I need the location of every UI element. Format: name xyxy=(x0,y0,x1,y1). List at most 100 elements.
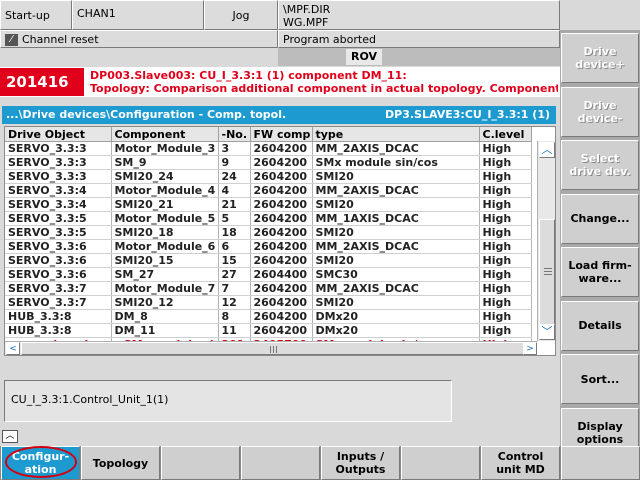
softkey-h3-button[interactable] xyxy=(161,446,240,480)
cell-c-level: High xyxy=(479,281,532,296)
hscroll-thumb[interactable] xyxy=(21,342,525,355)
cell-type: MM_2AXIS_DCAC xyxy=(312,281,480,296)
cell-c-level: High xyxy=(479,197,532,212)
cell-drive-object: SERVO_3.3:3 xyxy=(5,169,112,184)
panel-title: ...\Drive devices\Configuration - Comp. … xyxy=(6,108,287,121)
cell-component: SM_27 xyxy=(111,267,219,282)
col-drive-object[interactable]: Drive Object xyxy=(5,127,112,142)
cell-type: MM_2AXIS_DCAC xyxy=(312,141,480,156)
recall-up-icon[interactable]: ︿ xyxy=(2,430,18,443)
horizontal-scrollbar[interactable]: < > xyxy=(5,341,537,355)
drive-device-minus-button[interactable]: Drive device- xyxy=(561,86,639,137)
topology-table: Drive Object Component -No. FW comp type… xyxy=(5,127,532,352)
cell-c-level: High xyxy=(479,323,532,338)
col-c-level[interactable]: C.level xyxy=(479,127,532,142)
cell-type: MM_1AXIS_DCAC xyxy=(312,211,480,226)
configuration-button[interactable]: Configur- ation xyxy=(1,446,80,480)
table-row[interactable]: SERVO_3.3:3 Motor_Module_3 3 2604200 MM_2AXI… xyxy=(5,141,532,156)
table-row[interactable]: SERVO_3.3:5 SMI20_18 18 2604200 SMI20 High xyxy=(5,225,532,240)
cell-c-level: High xyxy=(479,169,532,184)
cell-number: 11 xyxy=(218,323,251,338)
cell-number: 4 xyxy=(218,183,251,198)
vertical-softkey-bar: Drive device+ Drive device- Select drive d… xyxy=(560,0,640,458)
path-dir: \MPF.DIR xyxy=(283,3,331,16)
cell-drive-object: SERVO_3.3:3 xyxy=(5,141,112,156)
scroll-thumb[interactable] xyxy=(539,219,555,325)
sort-button[interactable]: Sort... xyxy=(561,354,639,404)
col-number[interactable]: -No. xyxy=(218,127,251,142)
table-row[interactable]: SERVO_3.3:5 Motor_Module_5 5 2604200 MM_1AXI… xyxy=(5,211,532,226)
cell-fw-comp: 2604200 xyxy=(250,197,313,212)
table-row[interactable]: HUB_3.3:8 DM_11 11 2604200 DMx20 High xyxy=(5,323,532,338)
softkey-h4-button[interactable] xyxy=(241,446,320,480)
cell-fw-comp: 2604200 xyxy=(250,323,313,338)
alarm-line[interactable]: 201416 DP003.Slave003: CU_I_3.3:1 (1) co… xyxy=(0,67,560,97)
col-type[interactable]: type xyxy=(312,127,480,142)
table-row[interactable]: SERVO_3.3:7 SMI20_12 12 2604200 SMI20 High xyxy=(5,295,532,310)
cell-fw-comp: 2604200 xyxy=(250,239,313,254)
details-button[interactable]: Details xyxy=(561,300,639,351)
cell-type: SMI20 xyxy=(312,295,480,310)
table-row[interactable]: SERVO_3.3:6 SMI20_15 15 2604200 SMI20 High xyxy=(5,253,532,268)
table-row[interactable]: SERVO_3.3:4 SMI20_21 21 2604200 SMI20 High xyxy=(5,197,532,212)
cell-component: DM_8 xyxy=(111,309,219,324)
area-label: Start-up xyxy=(0,0,72,30)
topology-table-container: Drive Object Component -No. FW comp type… xyxy=(4,126,556,356)
select-drive-dev-button[interactable]: Select drive dev. xyxy=(561,140,639,190)
table-row[interactable]: SERVO_3.3:6 Motor_Module_6 6 2604200 MM_2AXI… xyxy=(5,239,532,254)
cell-number: 24 xyxy=(218,169,251,184)
cell-c-level: High xyxy=(479,211,532,226)
alarm-text-line1: DP003.Slave003: CU_I_3.3:1 (1) component… xyxy=(90,69,407,82)
table-row[interactable]: SERVO_3.3:6 SM_27 27 2604400 SMC30 High xyxy=(5,267,532,282)
cell-number: 15 xyxy=(218,253,251,268)
col-component[interactable]: Component xyxy=(111,127,219,142)
cell-fw-comp: 2604400 xyxy=(250,267,313,282)
cell-component: SMI20_12 xyxy=(111,295,219,310)
softkey-h6-button[interactable] xyxy=(401,446,480,480)
cell-c-level: High xyxy=(479,141,532,156)
scroll-left-icon[interactable]: < xyxy=(6,342,20,355)
cell-number: 6 xyxy=(218,239,251,254)
cell-fw-comp: 2604200 xyxy=(250,309,313,324)
softkey-h8-button[interactable] xyxy=(561,446,640,480)
rov-indicator: ROV xyxy=(346,49,382,65)
cell-c-level: High xyxy=(479,239,532,254)
program-path: \MPF.DIR WG.MPF xyxy=(278,0,560,30)
cell-fw-comp: 2604200 xyxy=(250,183,313,198)
scroll-right-icon[interactable]: > xyxy=(523,342,537,355)
col-fw-comp[interactable]: FW comp xyxy=(250,127,313,142)
vertical-scrollbar[interactable]: ︿ ﹀ xyxy=(537,141,555,341)
topology-button[interactable]: Topology xyxy=(81,446,160,480)
program-status: Program aborted xyxy=(278,30,560,48)
channel-reset-icon: ⁄ xyxy=(5,34,18,46)
cell-drive-object: SERVO_3.3:5 xyxy=(5,211,112,226)
alarm-text-line2: Topology: Comparison additional componen… xyxy=(90,82,558,95)
cell-number: 8 xyxy=(218,309,251,324)
inputs-outputs-button[interactable]: Inputs / Outputs xyxy=(321,446,400,480)
alarm-number: 201416 xyxy=(0,68,84,96)
load-firmware-button[interactable]: Load firm- ware... xyxy=(561,247,639,297)
table-row[interactable]: SERVO_3.3:4 Motor_Module_4 4 2604200 MM_2AXI… xyxy=(5,183,532,198)
cell-c-level: High xyxy=(479,183,532,198)
cell-number: 27 xyxy=(218,267,251,282)
cell-number: 9 xyxy=(218,155,251,170)
table-row[interactable]: HUB_3.3:8 DM_8 8 2604200 DMx20 High xyxy=(5,309,532,324)
selected-object-detail: CU_I_3.3:1.Control_Unit_1(1) xyxy=(4,380,452,422)
cell-type: SMI20 xyxy=(312,253,480,268)
cell-number: 21 xyxy=(218,197,251,212)
table-row[interactable]: SERVO_3.3:3 SM_9 9 2604200 SMx module sin/co… xyxy=(5,155,532,170)
panel-title-device: DP3.SLAVE3:CU_I_3.3:1 (1) xyxy=(385,108,550,121)
table-row[interactable]: SERVO_3.3:3 SMI20_24 24 2604200 SMI20 High xyxy=(5,169,532,184)
cell-drive-object: SERVO_3.3:5 xyxy=(5,225,112,240)
change-button[interactable]: Change... xyxy=(561,193,639,244)
drive-device-plus-button[interactable]: Drive device+ xyxy=(561,33,639,83)
cell-fw-comp: 2604200 xyxy=(250,169,313,184)
override-bar: ROV xyxy=(278,48,560,66)
cell-drive-object: SERVO_3.3:6 xyxy=(5,267,112,282)
scroll-up-icon[interactable]: ︿ xyxy=(539,142,555,158)
table-row[interactable]: SERVO_3.3:7 Motor_Module_7 7 2604200 MM_2AXI… xyxy=(5,281,532,296)
cell-fw-comp: 2604200 xyxy=(250,281,313,296)
scroll-down-icon[interactable]: ﹀ xyxy=(539,324,555,340)
control-unit-md-button[interactable]: Control unit MD xyxy=(481,446,560,480)
cell-drive-object: SERVO_3.3:4 xyxy=(5,197,112,212)
